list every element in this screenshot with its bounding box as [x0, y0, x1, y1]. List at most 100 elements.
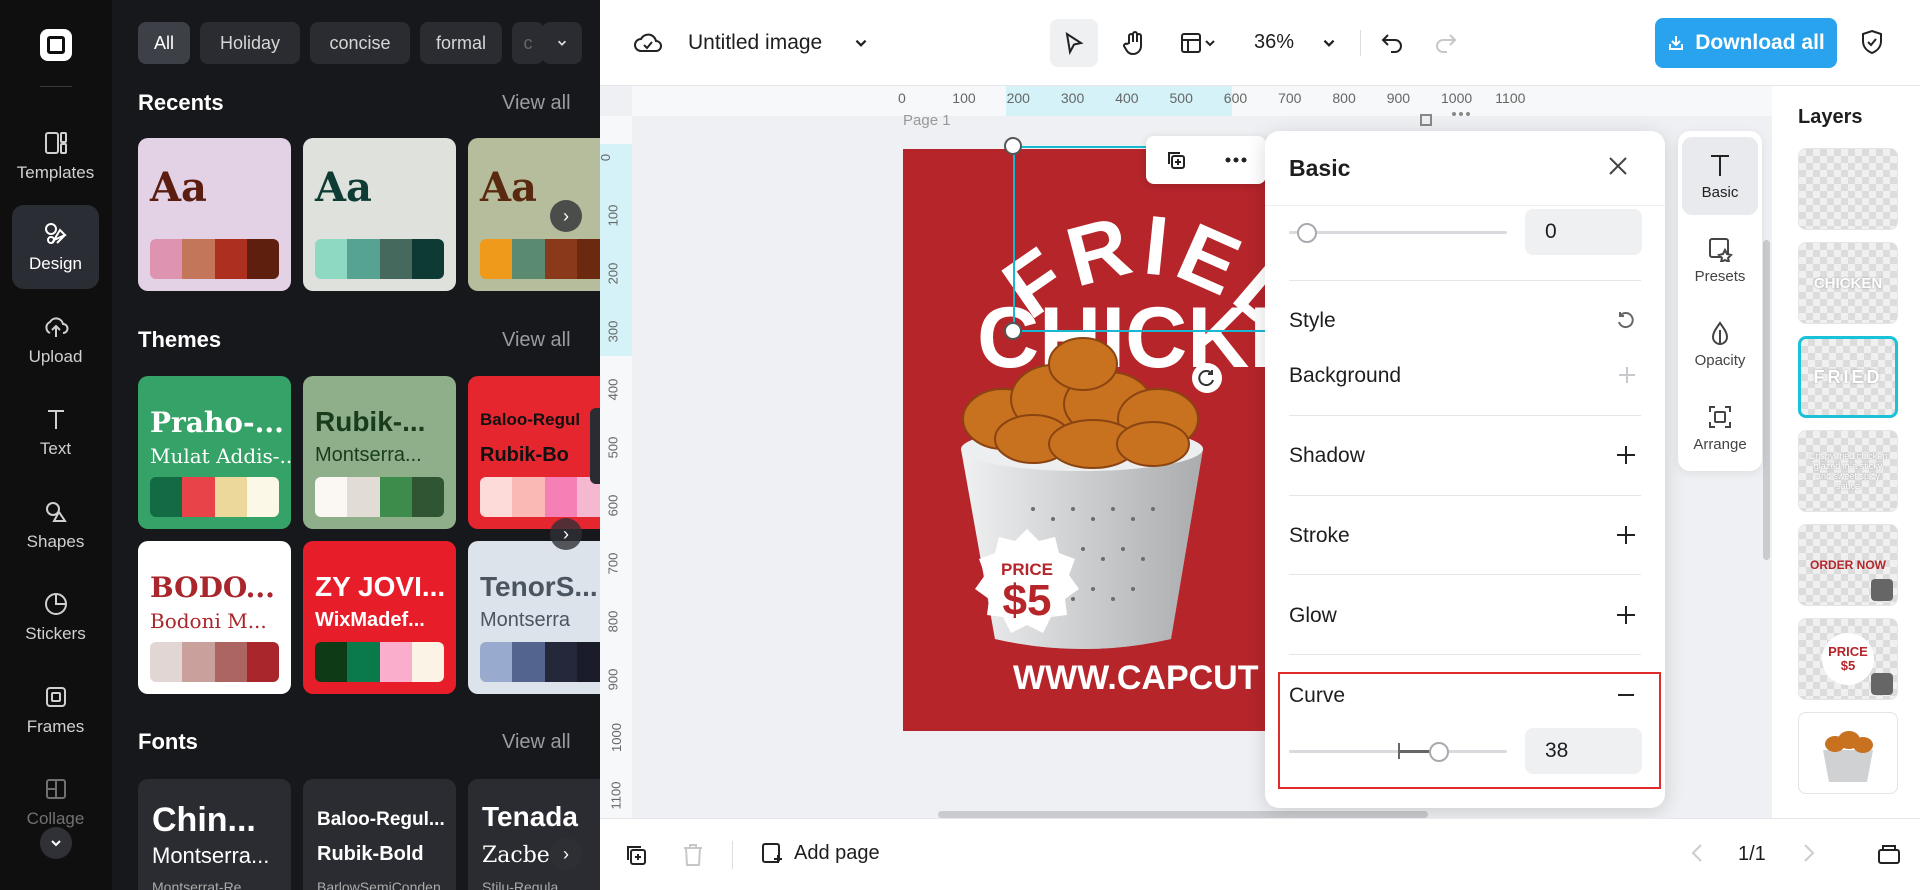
font-card[interactable]: Baloo-Regul... Rubik-Bold BarlowSemiCond…: [303, 779, 456, 890]
more-options-icon[interactable]: [1225, 157, 1247, 163]
duplicate-page-button[interactable]: [624, 843, 648, 872]
font-card[interactable]: Chin... Montserra... Montserrat-Re...: [138, 779, 291, 890]
layout-menu-button[interactable]: [1170, 19, 1226, 67]
next-page-button[interactable]: [1798, 841, 1818, 870]
background-label: Background: [1289, 364, 1402, 387]
theme-card[interactable]: Praho-... Mulat Addis-...: [138, 376, 291, 529]
resize-handle[interactable]: [1004, 322, 1022, 340]
rail-item-design[interactable]: Design: [12, 205, 99, 289]
chip-formal[interactable]: formal: [420, 22, 502, 64]
top-value-input[interactable]: 0: [1525, 209, 1642, 255]
color-swatches: [315, 642, 444, 682]
layer-item-selected[interactable]: FRIED: [1798, 336, 1898, 418]
recents-next-button[interactable]: ›: [550, 200, 582, 232]
color-swatch: [246, 642, 279, 682]
recent-theme-card[interactable]: Aa: [138, 138, 291, 291]
add-glow-button[interactable]: [1615, 604, 1637, 631]
theme-heading-font: Baloo-Regul: [480, 410, 581, 429]
select-tool-button[interactable]: [1050, 19, 1098, 67]
strip-item-arrange[interactable]: Arrange: [1682, 389, 1758, 467]
theme-card[interactable]: ZY JOVI... WixMadef...: [303, 541, 456, 694]
rail-item-shapes[interactable]: Shapes: [12, 483, 99, 567]
shield-icon[interactable]: [1854, 24, 1890, 60]
chevron-right-icon: ›: [563, 523, 569, 544]
themes-view-all-link[interactable]: View all: [502, 329, 571, 352]
themes-next-button[interactable]: ›: [550, 518, 582, 550]
cloud-sync-icon[interactable]: [630, 28, 666, 58]
redo-button[interactable]: [1430, 26, 1462, 58]
layer-item[interactable]: PRICE $5: [1798, 618, 1898, 700]
add-background-button[interactable]: [1617, 365, 1637, 390]
chip-concise[interactable]: concise: [310, 22, 410, 64]
curve-value-input[interactable]: 38: [1525, 728, 1642, 774]
layer-item[interactable]: ORDER NOW: [1798, 524, 1898, 606]
zoom-menu-chevron-icon[interactable]: [1316, 30, 1342, 56]
fonts-next-button[interactable]: ›: [550, 838, 582, 870]
duplicate-icon[interactable]: [1165, 149, 1187, 171]
ruler-tick-label: 600: [605, 494, 621, 517]
rotate-icon: [1198, 370, 1214, 387]
app-logo-icon[interactable]: [40, 29, 72, 61]
basic-properties-panel: Basic 0 Style Background Shadow Stroke G…: [1265, 131, 1665, 808]
collapse-rail-button[interactable]: [40, 827, 72, 859]
download-all-button[interactable]: Download all: [1655, 18, 1837, 68]
duplicate-page-icon[interactable]: [1417, 111, 1435, 129]
delete-page-button[interactable]: [682, 843, 704, 872]
undo-button[interactable]: [1376, 26, 1408, 58]
stickers-icon: [44, 592, 67, 615]
chips-expand-button[interactable]: [542, 22, 582, 64]
top-slider-track[interactable]: [1289, 231, 1507, 234]
top-slider-knob[interactable]: [1297, 223, 1317, 243]
hand-tool-button[interactable]: [1110, 19, 1158, 67]
recent-theme-card[interactable]: Aa: [303, 138, 456, 291]
theme-card[interactable]: BODO... Bodoni M...: [138, 541, 291, 694]
theme-body-font: Bodoni M...: [150, 609, 267, 633]
rail-item-templates[interactable]: Templates: [12, 114, 99, 198]
theme-card[interactable]: Baloo-Regul Rubik-Bo: [468, 376, 600, 529]
add-stroke-button[interactable]: [1615, 524, 1637, 551]
strip-item-basic[interactable]: Basic: [1682, 137, 1758, 215]
rail-item-text[interactable]: Text: [12, 390, 99, 474]
close-panel-button[interactable]: [1607, 155, 1633, 181]
layer-item[interactable]: CHICKEN: [1798, 242, 1898, 324]
strip-item-presets[interactable]: Presets: [1682, 221, 1758, 299]
reset-style-button[interactable]: [1615, 309, 1637, 336]
poster-price: $5: [1003, 576, 1052, 625]
rail-item-label: Stickers: [25, 624, 86, 643]
font-card[interactable]: Tenada Zacbe Stilu-Regula: [468, 779, 600, 890]
more-options-icon[interactable]: [1451, 111, 1471, 117]
vertical-scrollbar[interactable]: [1763, 240, 1770, 560]
chip-all[interactable]: All: [138, 22, 190, 64]
color-swatches: [315, 477, 444, 517]
resize-handle[interactable]: [1004, 137, 1022, 155]
font-card-body: BarlowSemiConden...: [317, 879, 453, 890]
top-bar: Untitled image 36% Download all: [600, 0, 1920, 86]
add-shadow-button[interactable]: [1615, 444, 1637, 471]
horizontal-scrollbar[interactable]: [938, 811, 1428, 818]
rail-item-upload[interactable]: Upload: [12, 298, 99, 382]
rotate-handle[interactable]: [1192, 363, 1222, 393]
chip-holiday[interactable]: Holiday: [200, 22, 300, 64]
panel-collapse-handle[interactable]: [590, 408, 600, 484]
recents-view-all-link[interactable]: View all: [502, 92, 571, 115]
add-page-button[interactable]: Add page: [760, 841, 880, 865]
title-menu-chevron-icon[interactable]: [848, 30, 874, 56]
page-manager-button[interactable]: [1876, 841, 1902, 870]
color-swatch: [379, 239, 412, 279]
zoom-level[interactable]: 36%: [1254, 31, 1294, 54]
theme-card[interactable]: TenorS... Montserra: [468, 541, 600, 694]
layer-item[interactable]: [1798, 712, 1898, 794]
layer-item[interactable]: Crispy fried chicken glazed in a sticky …: [1798, 430, 1898, 512]
fonts-view-all-link[interactable]: View all: [502, 731, 571, 754]
rail-item-frames[interactable]: Frames: [12, 668, 99, 752]
document-title[interactable]: Untitled image: [688, 31, 822, 55]
color-swatch: [347, 642, 380, 682]
rail-item-stickers[interactable]: Stickers: [12, 575, 99, 659]
layer-item[interactable]: [1798, 148, 1898, 230]
chip-more[interactable]: c: [512, 22, 544, 64]
collapse-curve-button[interactable]: [1615, 684, 1637, 711]
previous-page-button[interactable]: [1688, 841, 1708, 870]
strip-item-opacity[interactable]: Opacity: [1682, 305, 1758, 383]
theme-card[interactable]: Rubik-... Montserra...: [303, 376, 456, 529]
reset-icon: [1618, 312, 1634, 329]
